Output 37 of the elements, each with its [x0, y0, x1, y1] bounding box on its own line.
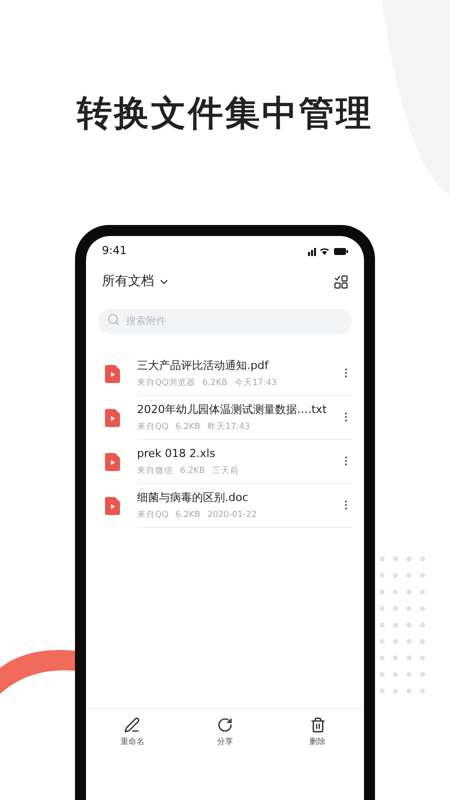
file-size: 6.2KB: [180, 464, 205, 476]
trash-icon: [310, 717, 326, 733]
file-row[interactable]: 2020年幼儿园体温测试测量数据….txt 来自QQ 6.2KB 昨天17:43: [86, 396, 364, 440]
select-grid-icon[interactable]: [334, 274, 348, 289]
file-time: 三天前: [212, 464, 239, 476]
file-name: 细菌与病毒的区别.doc: [137, 490, 250, 506]
document-icon: [105, 452, 120, 470]
document-icon: [105, 364, 120, 382]
file-source: 来自QQ: [137, 420, 168, 432]
file-size: 6.2KB: [202, 376, 228, 388]
file-name: 2020年幼儿园体温测试测量数据….txt: [137, 402, 328, 418]
file-time: 2020-01-22: [207, 508, 257, 520]
file-row[interactable]: 三大产品评比活动通知.pdf 来自QQ浏览器 6.2KB 今天17:43: [86, 352, 364, 396]
file-time: 昨天17:43: [207, 420, 250, 432]
share-icon: [216, 717, 233, 733]
file-source: 来自QQ浏览器: [137, 376, 196, 388]
file-source: 来自QQ: [137, 508, 168, 520]
search-field[interactable]: 搜索附件: [98, 308, 352, 334]
status-time: 9:41: [102, 242, 127, 259]
file-row[interactable]: 细菌与病毒的区别.doc 来自QQ 6.2KB 2020-01-22: [86, 484, 364, 528]
file-source: 来自微信: [137, 464, 173, 476]
headline: 转换文件集中管理: [77, 93, 373, 136]
status-icons-drawing: [308, 246, 348, 256]
file-name: 三大产品评比活动通知.pdf: [137, 358, 270, 374]
action-button[interactable]: 分享: [194, 717, 255, 758]
document-icon: [105, 496, 120, 514]
action-button[interactable]: 重命名: [102, 717, 162, 758]
document-icon: [105, 408, 120, 426]
pen-icon: [124, 717, 140, 733]
file-size: 6.2KB: [175, 420, 200, 432]
file-time: 今天17:43: [234, 376, 277, 388]
search-icon: [107, 312, 120, 326]
file-name: prek 018 2.xls: [137, 446, 216, 462]
file-row[interactable]: prek 018 2.xls 来自微信 6.2KB 三天前: [86, 440, 364, 484]
folder-dropdown[interactable]: 所有文档: [102, 272, 170, 292]
file-size: 6.2KB: [175, 508, 200, 520]
action-button[interactable]: 删除: [288, 717, 348, 758]
